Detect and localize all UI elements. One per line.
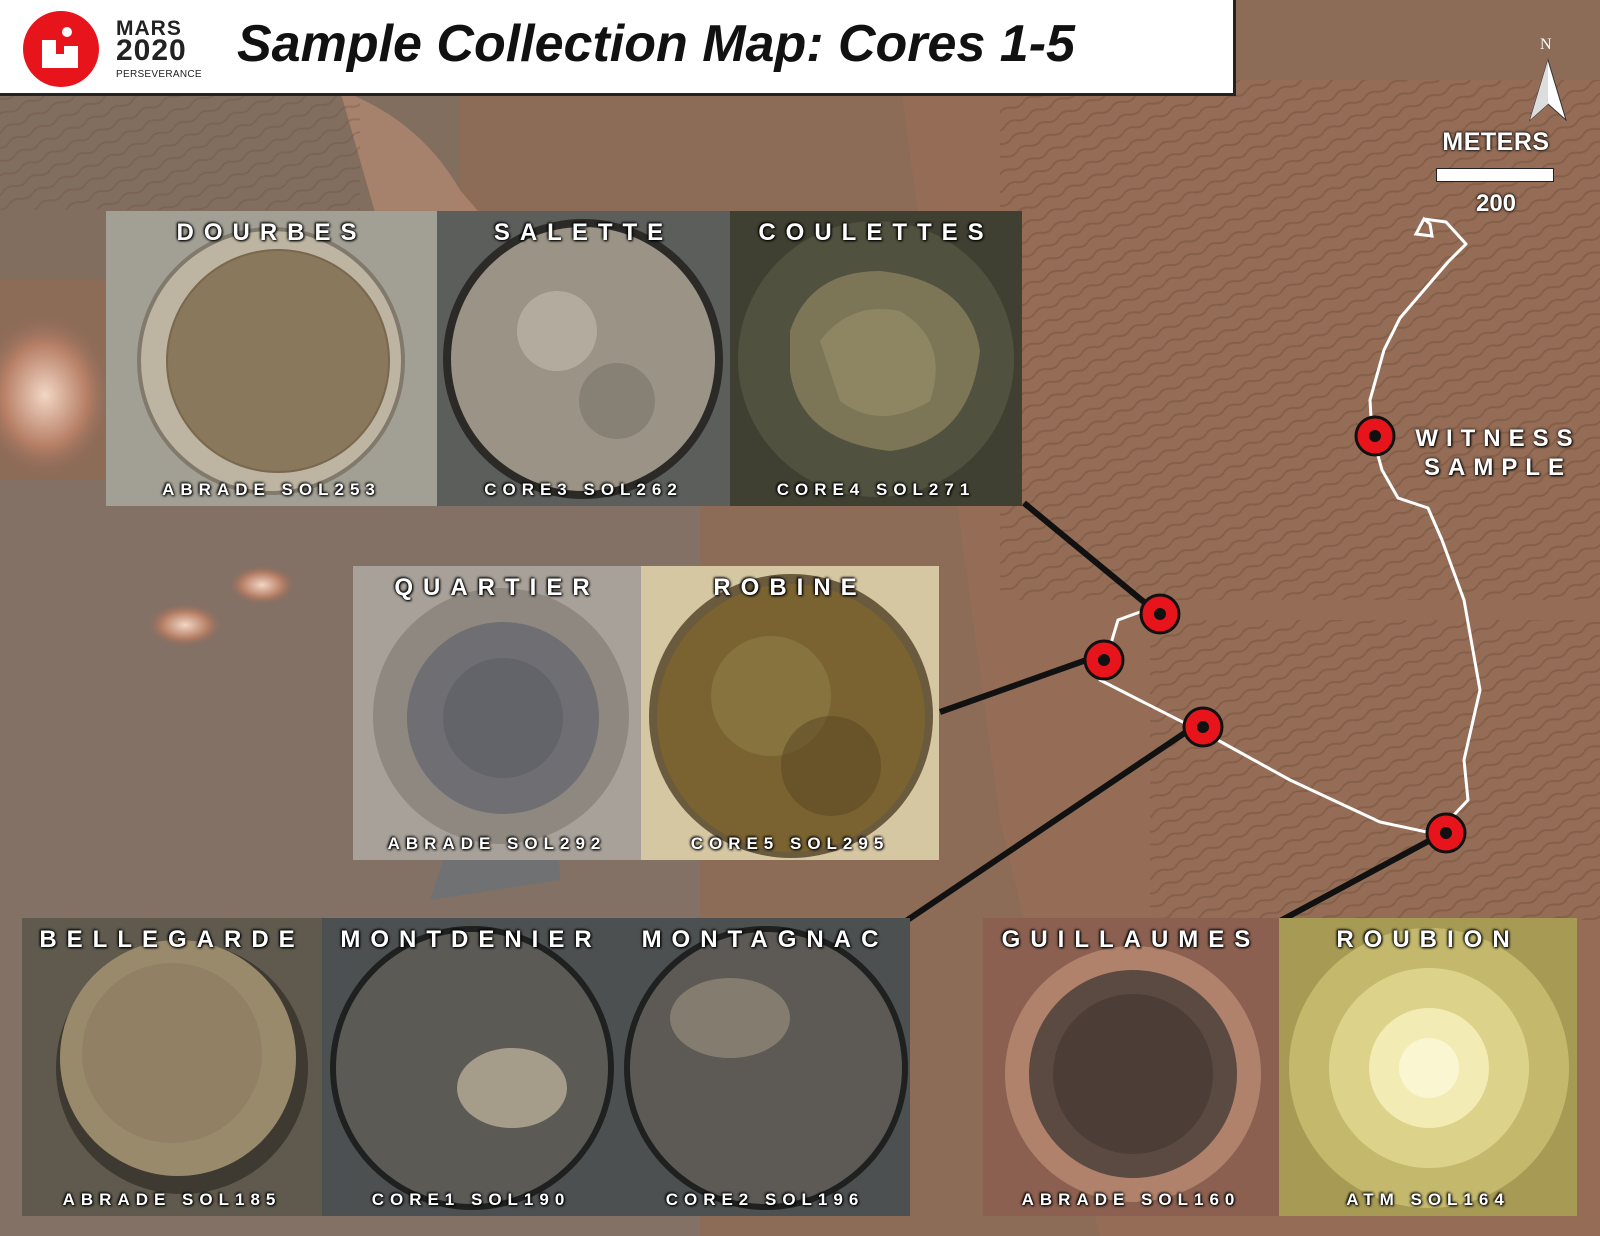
- rover-route-start-loop: [1413, 216, 1434, 238]
- core-sample-image: [641, 566, 939, 860]
- connector-line-montagnac: [904, 725, 1194, 924]
- sample-panel-dourbes: DOURBES ABRADE SOL253: [106, 211, 437, 506]
- sample-name: QUARTIER: [394, 574, 600, 601]
- abrasion-patch-image: [983, 918, 1279, 1216]
- core-sample-image: [322, 918, 620, 1216]
- sample-collection-map: MARS 2020 PERSEVERANCE Sample Collection…: [0, 0, 1600, 1236]
- abrasion-patch-image: [106, 211, 437, 506]
- core-sample-image: [620, 918, 910, 1216]
- sample-caption: CORE4 SOL271: [776, 480, 976, 499]
- sample-name: GUILLAUMES: [1001, 926, 1261, 953]
- sample-marker-coulettes: [1139, 593, 1181, 635]
- sample-name: DOURBES: [176, 219, 367, 246]
- sample-panel-montdenier: MONTDENIER CORE1 SOL190: [322, 918, 620, 1216]
- sample-caption: ABRADE SOL292: [387, 834, 607, 853]
- sample-panel-bellegarde: BELLEGARDE ABRADE SOL185: [22, 918, 322, 1216]
- rover-route-path: [1098, 217, 1482, 836]
- sample-name: SALETTE: [493, 219, 674, 246]
- sample-panel-robine: ROBINE CORE5 SOL295: [641, 566, 939, 860]
- sample-marker-robine: [1083, 639, 1125, 681]
- sample-caption: ABRADE SOL185: [62, 1190, 282, 1209]
- sample-panel-coulettes: COULETTES CORE4 SOL271: [730, 211, 1022, 506]
- sample-marker-roubion: [1425, 812, 1467, 854]
- sample-panel-salette: SALETTE CORE3 SOL262: [437, 211, 730, 506]
- sample-marker-witness: [1354, 415, 1396, 457]
- core-sample-image: [730, 211, 1022, 506]
- sample-panel-guillaumes: GUILLAUMES ABRADE SOL160: [983, 918, 1279, 1216]
- sample-panel-quartier: QUARTIER ABRADE SOL292: [353, 566, 641, 860]
- sample-panel-montagnac: MONTAGNAC CORE2 SOL196: [620, 918, 910, 1216]
- sample-name: MONTAGNAC: [641, 926, 889, 953]
- sample-name: COULETTES: [758, 219, 994, 246]
- sample-panel-roubion: ROUBION ATM SOL164: [1279, 918, 1577, 1216]
- abrasion-patch-image: [353, 566, 641, 860]
- sample-caption: CORE2 SOL196: [665, 1190, 865, 1209]
- sample-caption: ABRADE SOL253: [162, 480, 381, 499]
- sample-name: ROBINE: [713, 574, 867, 601]
- sample-name: ROUBION: [1336, 926, 1520, 953]
- sample-name: MONTDENIER: [340, 926, 602, 953]
- sample-caption: ABRADE SOL160: [1021, 1190, 1241, 1209]
- connector-line-coulettes: [1022, 500, 1146, 605]
- connector-line-roubion: [1278, 833, 1440, 924]
- sample-caption: CORE1 SOL190: [371, 1190, 571, 1209]
- connector-line-robine: [938, 655, 1094, 715]
- sample-caption: CORE5 SOL295: [690, 834, 890, 853]
- sample-caption: CORE3 SOL262: [484, 480, 683, 499]
- witness-sample-label: WITNESS SAMPLE: [1415, 425, 1581, 481]
- sample-marker-montagnac: [1182, 706, 1224, 748]
- witness-tube-image: [1279, 918, 1577, 1216]
- sample-name: BELLEGARDE: [39, 926, 305, 953]
- sample-caption: ATM SOL164: [1346, 1190, 1510, 1209]
- core-sample-image: [437, 211, 730, 506]
- abrasion-patch-image: [22, 918, 322, 1216]
